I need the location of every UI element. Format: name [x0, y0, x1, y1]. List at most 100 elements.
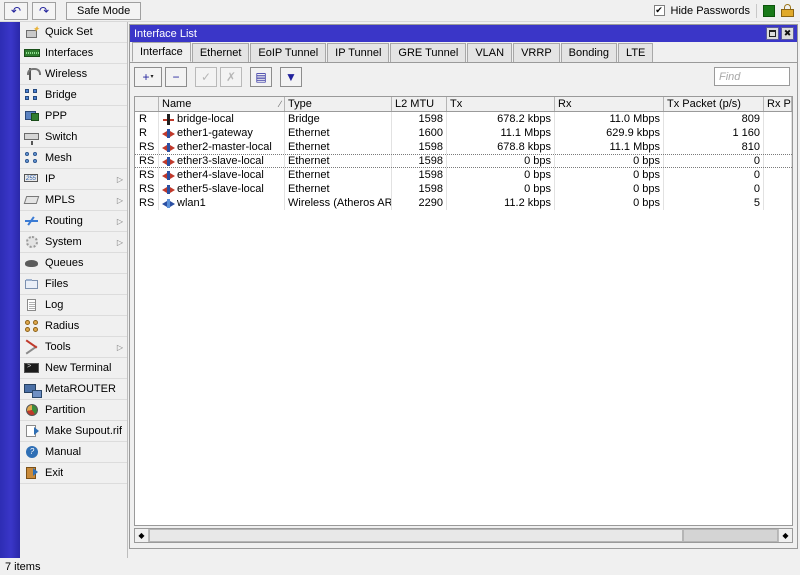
scrollbar-thumb[interactable]: [149, 529, 683, 542]
menu-item-radius[interactable]: Radius: [20, 316, 127, 337]
restore-button[interactable]: [766, 27, 779, 40]
close-button[interactable]: ✖: [781, 27, 794, 40]
tab-vrrp[interactable]: VRRP: [513, 43, 560, 62]
tab-interface[interactable]: Interface: [132, 42, 191, 62]
menu-item-mesh[interactable]: Mesh: [20, 148, 127, 169]
filter-button[interactable]: ▼: [280, 66, 302, 87]
tab-vlan[interactable]: VLAN: [467, 43, 513, 62]
tab-lte[interactable]: LTE: [618, 43, 654, 62]
menu-item-wireless[interactable]: Wireless: [20, 64, 127, 85]
tools-icon: [24, 340, 40, 354]
disable-button[interactable]: ✗: [220, 66, 242, 87]
menu-item-switch[interactable]: Switch: [20, 127, 127, 148]
menu-item-interfaces[interactable]: Interfaces: [20, 43, 127, 64]
cell-flags: R: [135, 112, 159, 126]
redo-button[interactable]: ↷: [32, 1, 56, 20]
menu-item-metarouter[interactable]: MetaROUTER: [20, 379, 127, 400]
column-header-tx[interactable]: Tx: [447, 97, 555, 111]
table-row[interactable]: RS ether4-slave-local Ethernet 1598 0 bps 0 b…: [135, 168, 792, 182]
tab-ethernet[interactable]: Ethernet: [191, 43, 250, 62]
exit-icon: [24, 466, 40, 480]
cell-type: Ethernet: [285, 140, 392, 154]
cell-txpkt: 809: [664, 112, 764, 126]
menu-item-label: IP: [45, 173, 56, 185]
column-header-name[interactable]: Name ∕: [159, 97, 285, 111]
main-toolbar: ↶ ↷ Safe Mode ✔ Hide Passwords: [0, 0, 800, 22]
winbox-window: ↶ ↷ Safe Mode ✔ Hide Passwords RouterOS …: [0, 0, 800, 575]
menu-item-manual[interactable]: ? Manual: [20, 442, 127, 463]
menu-item-label: Radius: [45, 320, 80, 332]
cell-text: ether3-slave-local: [177, 155, 264, 167]
menu-item-mpls[interactable]: MPLS ▷: [20, 190, 127, 211]
cell-flags: RS: [135, 168, 159, 182]
cell-text: Bridge: [288, 113, 320, 125]
partition-icon: [24, 403, 40, 417]
scrollbar-track[interactable]: [149, 529, 778, 542]
menu-item-make-supout-rif[interactable]: Make Supout.rif: [20, 421, 127, 442]
tab-bonding[interactable]: Bonding: [560, 43, 618, 62]
ip-icon: 255: [24, 174, 38, 182]
cell-txpkt: 5: [664, 196, 764, 210]
column-header-l2-mtu[interactable]: L2 MTU: [392, 97, 447, 111]
menu-item-exit[interactable]: Exit: [20, 463, 127, 484]
menu-item-quick-set[interactable]: ✦ Quick Set: [20, 22, 127, 43]
menu-item-queues[interactable]: Queues: [20, 253, 127, 274]
horizontal-scrollbar[interactable]: ◆ ◆: [134, 528, 793, 543]
table-row[interactable]: RS wlan1 Wireless (Atheros AR9... 2290 11.2 …: [135, 196, 792, 210]
table-row[interactable]: Rbridge-local Bridge 1598 678.2 kbps 11.0 Mb…: [135, 112, 792, 126]
supout-icon: [24, 424, 40, 438]
add-button[interactable]: + ▾: [134, 66, 162, 87]
menu-item-label: Manual: [45, 446, 82, 458]
padlock-icon[interactable]: [781, 4, 794, 17]
column-header-rx-pa[interactable]: Rx Pa: [764, 97, 792, 111]
column-header-flags[interactable]: [135, 97, 159, 111]
cell-text: 0: [753, 169, 760, 181]
column-header-rx[interactable]: Rx: [555, 97, 664, 111]
find-input[interactable]: Find: [714, 67, 790, 86]
cell-text: 0 bps: [633, 183, 660, 195]
menu-item-routing[interactable]: Routing ▷: [20, 211, 127, 232]
ethernet-interface-icon: [162, 156, 175, 167]
column-header-tx-packet-p-s[interactable]: Tx Packet (p/s): [664, 97, 764, 111]
tab-ip-tunnel[interactable]: IP Tunnel: [327, 43, 390, 62]
menu-item-system[interactable]: System ▷: [20, 232, 127, 253]
cell-rx: 0 bps: [555, 196, 664, 210]
table-row[interactable]: RS ether2-master-local Ethernet 1598 678.8 k…: [135, 140, 792, 154]
cell-txpkt: 0: [664, 182, 764, 196]
table-row[interactable]: RS ether3-slave-local Ethernet 1598 0 bps 0 b…: [135, 154, 792, 168]
menu-item-tools[interactable]: Tools ▷: [20, 337, 127, 358]
arrow-left-icon: ◆: [138, 531, 145, 540]
tab-eoip-tunnel[interactable]: EoIP Tunnel: [250, 43, 327, 62]
menu-item-ppp[interactable]: PPP: [20, 106, 127, 127]
table-row[interactable]: Rether1-gateway Ethernet 1600 11.1 Mbps 629.…: [135, 126, 792, 140]
window-titlebar[interactable]: Interface List ✖: [130, 25, 797, 42]
enable-button[interactable]: ✓: [195, 66, 217, 87]
tab-gre-tunnel[interactable]: GRE Tunnel: [390, 43, 467, 62]
menu-item-ip[interactable]: 255 IP ▷: [20, 169, 127, 190]
safe-mode-button[interactable]: Safe Mode: [66, 1, 142, 20]
table-body: Rbridge-local Bridge 1598 678.2 kbps 11.0 Mb…: [135, 112, 792, 210]
bridge-interface-icon: [162, 113, 175, 125]
menu-item-log[interactable]: Log: [20, 295, 127, 316]
menu-item-bridge[interactable]: Bridge: [20, 85, 127, 106]
table-row[interactable]: RS ether5-slave-local Ethernet 1598 0 bps 0 b…: [135, 182, 792, 196]
menu-item-label: PPP: [45, 110, 68, 122]
scroll-left-button[interactable]: ◆: [135, 529, 149, 542]
menu-item-partition[interactable]: Partition: [20, 400, 127, 421]
cell-txpkt: 0: [664, 155, 764, 167]
undo-button[interactable]: ↶: [4, 1, 28, 20]
cell-text: 0 bps: [633, 197, 660, 209]
hide-passwords-checkbox[interactable]: ✔: [653, 5, 665, 16]
scroll-right-button[interactable]: ◆: [778, 529, 792, 542]
cell-text: Ethernet: [288, 155, 330, 167]
menu-item-files[interactable]: Files: [20, 274, 127, 295]
comment-button[interactable]: ▤: [250, 66, 272, 87]
cell-text: ether5-slave-local: [177, 183, 264, 195]
scrollbar-thumb-secondary[interactable]: [683, 529, 778, 542]
remove-button[interactable]: −: [165, 66, 187, 87]
files-icon: [24, 277, 40, 291]
window-title: Interface List: [134, 27, 197, 40]
menu-item-label: Switch: [45, 131, 78, 143]
menu-item-new-terminal[interactable]: New Terminal: [20, 358, 127, 379]
column-header-type[interactable]: Type: [285, 97, 392, 111]
